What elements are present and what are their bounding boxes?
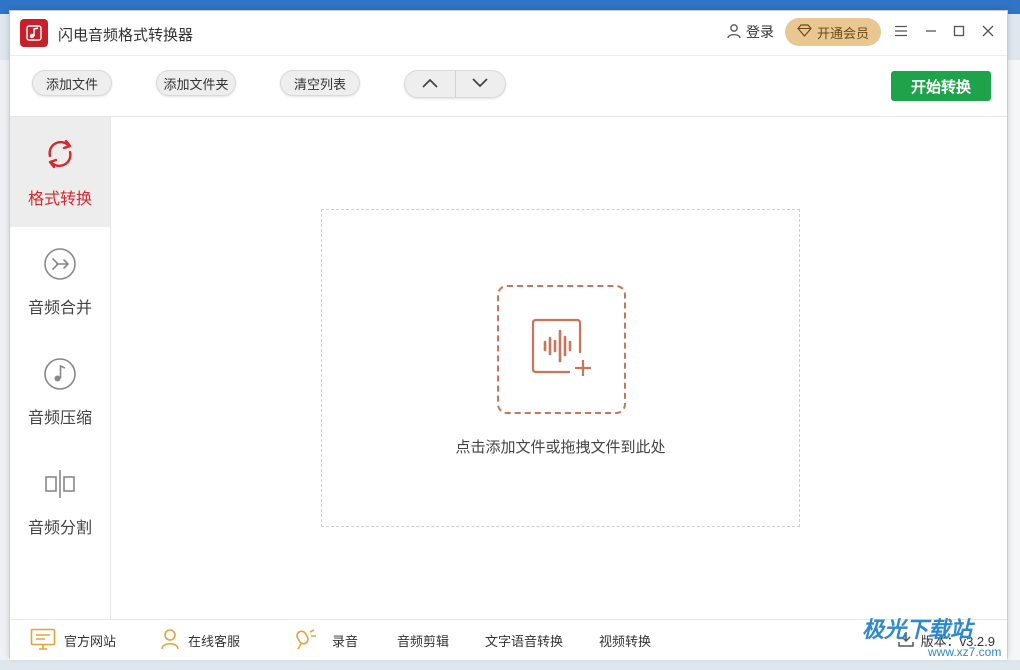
online-service-label: 在线客服 (188, 633, 241, 649)
move-up-button[interactable] (405, 71, 455, 97)
record-link[interactable]: 录音 (294, 620, 358, 660)
close-button[interactable] (978, 23, 998, 43)
hamburger-icon (894, 24, 908, 42)
maximize-button[interactable] (949, 23, 969, 43)
app-window: 闪电音频格式转换器 登录 开通会员 添加文件 添加文件夹 清空列表 开始转换 格… (9, 10, 1008, 660)
toolbar: 添加文件 添加文件夹 清空列表 开始转换 (10, 56, 1007, 117)
microphone-icon (294, 628, 318, 653)
record-label: 录音 (332, 633, 359, 649)
split-icon (43, 467, 77, 506)
login-label: 登录 (746, 24, 774, 40)
monitor-icon (30, 628, 56, 653)
music-note-icon (43, 357, 77, 396)
refresh-icon (42, 136, 78, 177)
close-icon (982, 24, 994, 42)
merge-icon (43, 247, 77, 286)
minimize-icon (925, 24, 937, 42)
audio-edit-link[interactable]: 音频剪辑 (397, 620, 449, 660)
file-drop-zone[interactable]: 点击添加文件或拖拽文件到此处 (321, 209, 800, 527)
move-buttons (404, 70, 506, 98)
sidebar-item-label: 格式转换 (27, 190, 92, 208)
add-audio-box[interactable] (497, 285, 626, 414)
sidebar-item-audio-merge[interactable]: 音频合并 (10, 227, 110, 337)
tts-link[interactable]: 文字语音转换 (485, 620, 563, 660)
add-file-button[interactable]: 添加文件 (32, 70, 112, 96)
maximize-icon (953, 24, 965, 42)
online-service-link[interactable]: 在线客服 (160, 620, 240, 660)
support-user-icon (160, 628, 180, 653)
footer-bar: 官方网站 在线客服 录音 音频剪辑 文字语音转换 视频转换 版本：v3.2.9 (10, 619, 1007, 660)
video-convert-link[interactable]: 视频转换 (599, 620, 651, 660)
chevron-up-icon (422, 75, 438, 93)
sidebar-item-label: 音频压缩 (27, 409, 92, 427)
desktop-background-right (1008, 60, 1020, 660)
minimize-button[interactable] (921, 23, 941, 43)
sidebar-item-label: 音频分割 (27, 519, 92, 537)
sidebar-item-label: 音频合并 (27, 299, 92, 317)
watermark-url: www.xz7.com (928, 645, 1002, 659)
add-folder-button[interactable]: 添加文件夹 (156, 70, 236, 96)
clear-list-button[interactable]: 清空列表 (280, 70, 360, 96)
watermark-logo: 极光下载站 (862, 617, 973, 642)
official-site-link[interactable]: 官方网站 (30, 620, 116, 660)
user-icon (726, 23, 742, 42)
menu-button[interactable] (891, 23, 911, 43)
add-audio-icon (530, 317, 594, 382)
app-logo-icon (20, 19, 48, 47)
sidebar-item-audio-split[interactable]: 音频分割 (10, 447, 110, 557)
start-convert-button[interactable]: 开始转换 (891, 71, 991, 101)
chevron-down-icon (472, 75, 488, 93)
diamond-icon (797, 24, 812, 40)
drop-zone-hint: 点击添加文件或拖拽文件到此处 (455, 439, 666, 456)
vip-label: 开通会员 (816, 25, 869, 41)
move-down-button[interactable] (454, 71, 506, 97)
title-bar: 闪电音频格式转换器 登录 开通会员 (10, 11, 1007, 56)
app-title: 闪电音频格式转换器 (58, 27, 194, 44)
sidebar-item-audio-compress[interactable]: 音频压缩 (10, 337, 110, 447)
vip-button[interactable]: 开通会员 (785, 18, 881, 46)
login-button[interactable]: 登录 (726, 22, 774, 42)
official-site-label: 官方网站 (64, 633, 117, 649)
sidebar-item-format-convert[interactable]: 格式转换 (10, 117, 110, 227)
sidebar: 格式转换 音频合并 音频压缩 音频分割 (10, 117, 111, 619)
